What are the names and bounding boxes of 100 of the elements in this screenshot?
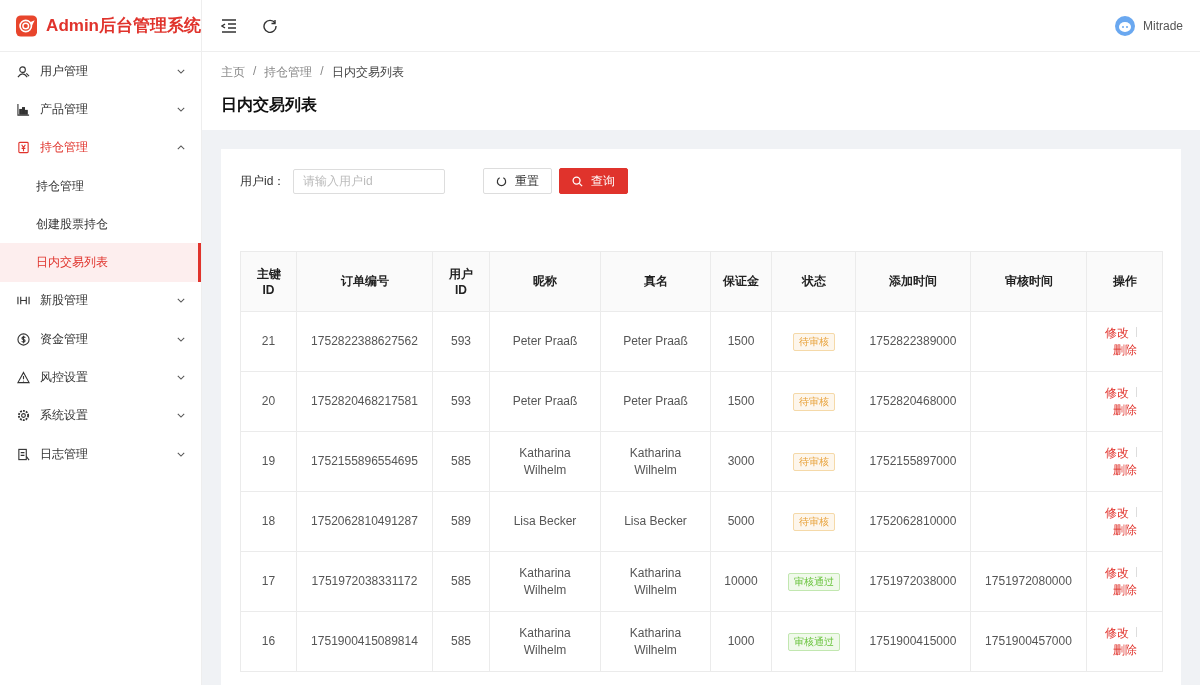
delete-link[interactable]: 删除 xyxy=(1112,581,1137,599)
table-cell: 593 xyxy=(432,311,490,372)
sidebar-item[interactable]: 资金管理 xyxy=(0,320,201,359)
table-cell: 1752822389000 xyxy=(855,311,971,372)
breadcrumb-item: 日内交易列表 xyxy=(331,64,404,81)
settings-icon xyxy=(17,409,30,423)
table-cell: 10000 xyxy=(710,551,772,612)
page-title: 日内交易列表 xyxy=(221,95,318,115)
submenu-item[interactable]: 创建股票持仓 xyxy=(0,205,201,244)
table-cell: 1500 xyxy=(710,311,772,372)
column-header: 用户ID xyxy=(432,251,490,312)
column-header: 真名 xyxy=(600,251,711,312)
delete-link[interactable]: 删除 xyxy=(1112,641,1137,659)
table-cell: Katharina Wilhelm xyxy=(489,431,601,492)
status-tag: 审核通过 xyxy=(787,572,840,591)
table-cell: 1751972080000 xyxy=(970,551,1087,612)
table-cell: 18 xyxy=(240,491,297,552)
search-button[interactable]: 查询 xyxy=(559,168,629,194)
table-cell: 20 xyxy=(240,371,297,432)
column-header: 保证金 xyxy=(710,251,772,312)
column-header: 订单编号 xyxy=(296,251,433,312)
table-cell: Peter Praaß xyxy=(600,371,711,432)
edit-link[interactable]: 修改 xyxy=(1105,624,1129,642)
sidebar-item[interactable]: 日志管理 xyxy=(0,434,201,474)
edit-link[interactable]: 修改 xyxy=(1105,564,1129,582)
status-tag: 待审核 xyxy=(792,512,835,531)
sidebar-item[interactable]: 系统设置 xyxy=(0,396,201,435)
sidebar-item[interactable]: 用户管理 xyxy=(0,52,201,91)
table-cell: 17 xyxy=(240,551,297,612)
column-header: 操作 xyxy=(1086,251,1163,312)
chevron-icon xyxy=(177,375,185,380)
table-cell: Peter Praaß xyxy=(489,371,601,432)
user-name[interactable]: Mitrade xyxy=(1143,18,1183,33)
edit-link[interactable]: 修改 xyxy=(1105,324,1129,342)
table-cell: 1752822388627562 xyxy=(296,311,433,372)
edit-link[interactable]: 修改 xyxy=(1105,444,1129,462)
document-icon xyxy=(17,447,30,461)
delete-link[interactable]: 删除 xyxy=(1112,461,1137,479)
table-cell: 1500 xyxy=(710,371,772,432)
status-tag: 待审核 xyxy=(792,452,835,471)
table-cell: Lisa Becker xyxy=(600,491,711,552)
table-cell: 1752820468217581 xyxy=(296,371,433,432)
search-icon xyxy=(572,175,584,187)
table-cell: 1752820468000 xyxy=(855,371,971,432)
table-cell: 19 xyxy=(240,431,297,492)
sidebar-item[interactable]: 产品管理 xyxy=(0,90,201,129)
logo-icon xyxy=(16,12,38,39)
delete-link[interactable]: 删除 xyxy=(1112,341,1137,359)
table-cell: 1752062810491287 xyxy=(296,491,433,552)
edit-link[interactable]: 修改 xyxy=(1105,384,1129,402)
chevron-icon xyxy=(177,413,185,419)
breadcrumb-item[interactable]: 主页 xyxy=(221,64,245,81)
table-cell: 585 xyxy=(432,551,490,612)
warning-icon xyxy=(17,371,30,384)
table-cell: 1751900415000 xyxy=(855,611,971,672)
table-cell: 585 xyxy=(432,611,490,672)
delete-link[interactable]: 删除 xyxy=(1112,401,1137,419)
table-cell: 1751900457000 xyxy=(970,611,1087,672)
table-cell: 1752155897000 xyxy=(855,431,971,492)
breadcrumb-item[interactable]: 持仓管理 xyxy=(264,64,313,81)
chevron-icon xyxy=(177,336,185,342)
edit-link[interactable]: 修改 xyxy=(1105,504,1129,522)
table-cell: 585 xyxy=(432,431,490,492)
column-header: 昵称 xyxy=(489,251,601,312)
table-cell: 3000 xyxy=(710,431,772,492)
table-cell: 1751972038331172 xyxy=(296,551,433,612)
status-tag: 审核通过 xyxy=(787,632,840,651)
table-cell: 1752155896554695 xyxy=(296,431,433,492)
chevron-icon xyxy=(177,68,185,74)
table-cell: 16 xyxy=(240,611,297,672)
table-cell: 5000 xyxy=(710,491,772,552)
table-cell: 1751900415089814 xyxy=(296,611,433,672)
submenu-item[interactable]: 持仓管理 xyxy=(0,166,201,206)
app-title: Admin后台管理系统 xyxy=(46,15,201,37)
field-label: 用户id： xyxy=(240,172,286,190)
sidebar-item[interactable]: 新股管理 xyxy=(0,281,201,321)
breadcrumb-separator: / xyxy=(253,64,257,80)
table-cell: Katharina Wilhelm xyxy=(600,431,711,492)
user-id-field[interactable]: 请输入用户id xyxy=(293,168,446,194)
chevron-icon xyxy=(177,145,185,151)
table-cell: Peter Praaß xyxy=(489,311,601,372)
status-tag: 待审核 xyxy=(792,392,835,411)
table-cell: Katharina Wilhelm xyxy=(600,611,711,672)
table-cell: Katharina Wilhelm xyxy=(489,551,601,612)
status-tag: 待审核 xyxy=(792,332,835,351)
table-cell: 593 xyxy=(432,371,490,432)
column-header: 状态 xyxy=(771,251,856,312)
sidebar-item[interactable]: 持仓管理 xyxy=(0,128,201,167)
reset-button[interactable]: 重置 xyxy=(483,168,553,194)
table-cell: 21 xyxy=(240,311,297,372)
table-cell: 589 xyxy=(432,491,490,552)
submenu-item[interactable]: 日内交易列表 xyxy=(0,243,201,282)
sidebar-item[interactable]: 风控设置 xyxy=(0,358,201,397)
delete-link[interactable]: 删除 xyxy=(1112,521,1137,539)
menu-collapse-icon[interactable] xyxy=(221,18,237,33)
table-cell: 1000 xyxy=(710,611,772,672)
column-header: 主键ID xyxy=(240,251,297,312)
refresh-icon[interactable] xyxy=(263,18,277,33)
chevron-icon xyxy=(177,106,185,112)
breadcrumb-separator: / xyxy=(320,64,324,80)
